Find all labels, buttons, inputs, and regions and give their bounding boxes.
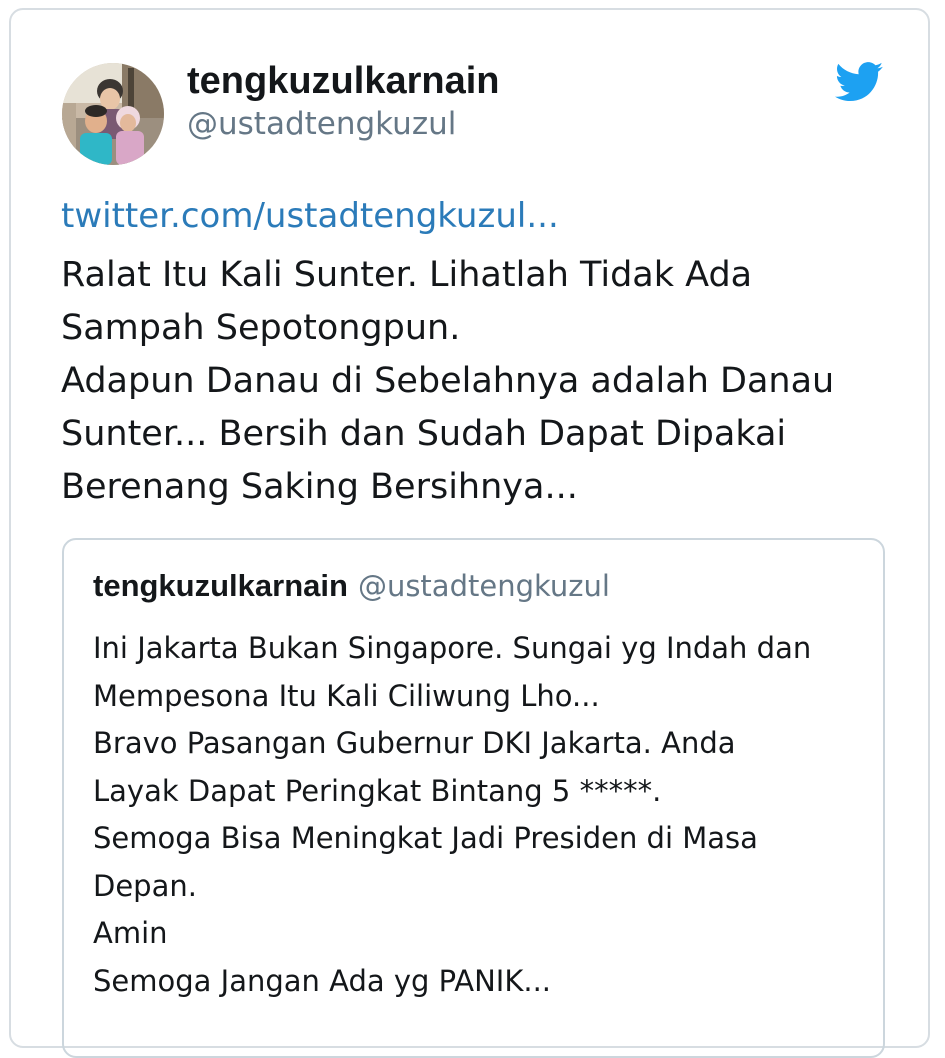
quoted-text-line: Mempesona Itu Kali Ciliwung Lho... bbox=[93, 678, 600, 713]
family-photo-avatar-icon bbox=[62, 63, 164, 165]
tweet-link[interactable]: twitter.com/ustadtengkuzul... bbox=[61, 196, 559, 236]
tweet-text-line: Sampah Sepotongpun. bbox=[61, 308, 461, 348]
quoted-author-handle: @ustadtengkuzul bbox=[357, 569, 610, 603]
tweet-text-line: Berenang Saking Bersihnya... bbox=[61, 467, 578, 507]
author-display-name[interactable]: tengkuzulkarnain bbox=[187, 60, 500, 103]
tweet-text-line: Ralat Itu Kali Sunter. Lihatlah Tidak Ad… bbox=[61, 255, 753, 295]
quoted-tweet-header: tengkuzulkarnain @ustadtengkuzul bbox=[93, 568, 610, 604]
quoted-author-name: tengkuzulkarnain bbox=[93, 568, 348, 603]
tweet-text-line: Sunter... Bersih dan Sudah Dapat Dipakai bbox=[61, 414, 787, 454]
quoted-tweet[interactable]: tengkuzulkarnain @ustadtengkuzul Ini Jaka… bbox=[62, 538, 885, 1058]
tweet-text-line: Adapun Danau di Sebelahnya adalah Danau bbox=[61, 361, 835, 401]
twitter-bird-icon[interactable] bbox=[835, 62, 883, 102]
tweet-card: tengkuzulkarnain @ustadtengkuzul twitter… bbox=[9, 8, 930, 1058]
quoted-text-line: Semoga Bisa Meningkat Jadi Presiden di M… bbox=[93, 821, 758, 855]
quoted-text-line: Amin bbox=[93, 916, 168, 950]
quoted-text-line: Ini Jakarta Bukan Singapore. Sungai yg I… bbox=[93, 631, 812, 665]
author-handle[interactable]: @ustadtengkuzul bbox=[187, 106, 456, 142]
quoted-text-line: Semoga Jangan Ada yg PANIK... bbox=[93, 963, 552, 998]
tweet-text: Ralat Itu Kali Sunter. Lihatlah Tidak Ad… bbox=[61, 249, 901, 514]
avatar[interactable] bbox=[62, 63, 164, 165]
quoted-text-line: Bravo Pasangan Gubernur DKI Jakarta. And… bbox=[93, 726, 736, 760]
quoted-text-line: Depan. bbox=[93, 868, 197, 903]
quoted-tweet-text: Ini Jakarta Bukan Singapore. Sungai yg I… bbox=[93, 625, 873, 1005]
quoted-text-line: Layak Dapat Peringkat Bintang 5 *****. bbox=[93, 773, 662, 808]
